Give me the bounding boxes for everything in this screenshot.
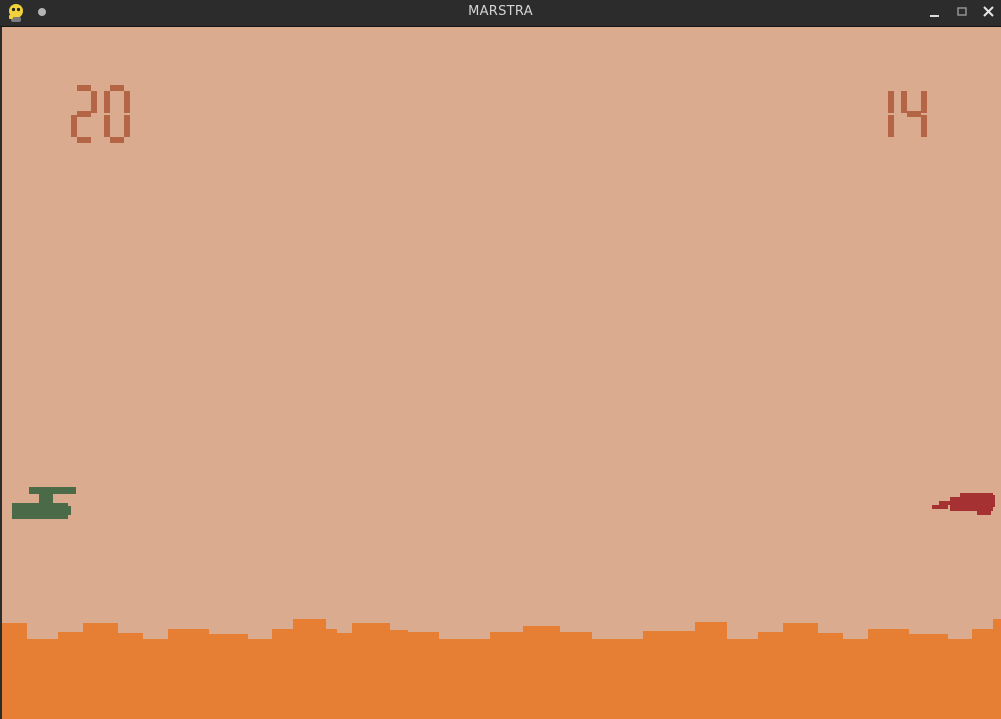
score-segment: [77, 137, 91, 143]
score-segment: [888, 115, 894, 137]
maximize-icon[interactable]: [952, 2, 972, 22]
score-segment: [907, 111, 921, 117]
score-segment: [110, 85, 124, 91]
python-snake-icon: [9, 4, 23, 22]
score-segment: [104, 115, 110, 137]
score-left: [71, 85, 130, 143]
green-tank: [12, 487, 76, 519]
score-segment: [91, 91, 97, 113]
score-segment: [921, 115, 927, 137]
window-title: MARSTRA: [468, 4, 533, 19]
score-segment: [110, 137, 124, 143]
window-menu-dot[interactable]: [38, 8, 46, 16]
game-canvas[interactable]: [2, 27, 1001, 719]
score-segment: [77, 111, 91, 117]
score-segment: [921, 91, 927, 113]
minimize-icon[interactable]: [925, 2, 945, 22]
red-jet: [932, 493, 995, 515]
score-segment: [71, 115, 77, 137]
score-segment: [124, 91, 130, 113]
score-segment: [124, 115, 130, 137]
score-segment: [77, 85, 91, 91]
score-right: [888, 91, 927, 137]
score-segment: [104, 91, 110, 113]
mars-ground: [2, 619, 1001, 719]
window-titlebar[interactable]: MARSTRA: [0, 0, 1001, 27]
score-segment: [888, 91, 894, 113]
close-icon[interactable]: [979, 2, 999, 22]
score-segment: [901, 91, 907, 113]
